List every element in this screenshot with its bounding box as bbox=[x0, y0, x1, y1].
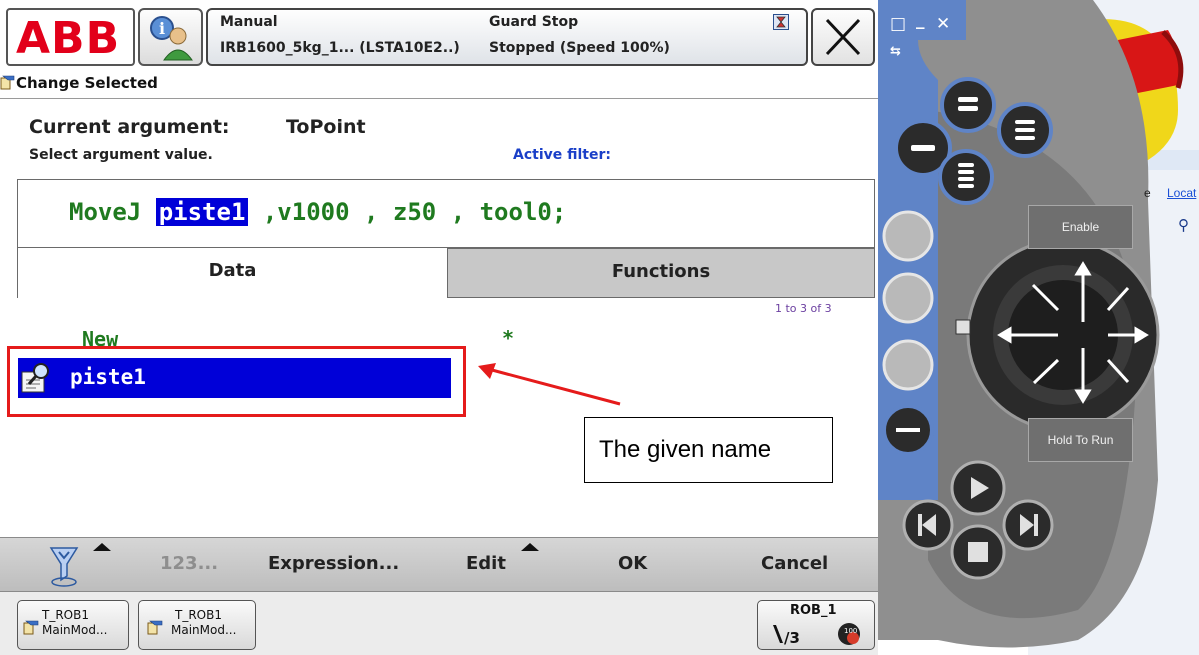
instruction-line: MoveJ piste1 ,v1000 , z50 , tool0; bbox=[69, 198, 566, 226]
task-2-module: MainMod... bbox=[171, 623, 237, 637]
annotation-callout: The given name bbox=[584, 417, 833, 483]
annotation-arrow-icon bbox=[478, 363, 621, 406]
close-icon bbox=[825, 18, 861, 56]
speed-indicator-icon: 100 bbox=[838, 623, 860, 645]
step-forward-button[interactable] bbox=[1004, 501, 1052, 549]
run-status: Stopped (Speed 100%) bbox=[489, 40, 670, 56]
task-1-module: MainMod... bbox=[42, 623, 108, 637]
numeric-button[interactable]: 123... bbox=[160, 553, 218, 574]
user-info-icon: i bbox=[150, 16, 193, 61]
cancel-button[interactable]: Cancel bbox=[761, 553, 828, 574]
instruction-command: MoveJ bbox=[69, 198, 142, 226]
virtual-flexpendant: □ _ ✕ ⇆ e Locat ⚲ Enable Hold To Run bbox=[878, 0, 1199, 655]
background-link[interactable]: Locat bbox=[1167, 186, 1196, 200]
instruction-arguments[interactable]: ,v1000 , z50 , tool0; bbox=[263, 198, 566, 226]
flexpendant-screen: ABB i Manual IRB1600_5kg_1... (LSTA10E2.… bbox=[0, 0, 878, 655]
filter-button[interactable] bbox=[40, 542, 120, 588]
svg-text:i: i bbox=[159, 19, 165, 38]
search-icon[interactable]: ⚲ bbox=[1178, 216, 1189, 234]
select-argument-hint: Select argument value. bbox=[29, 147, 213, 163]
robot-system-name: IRB1600_5kg_1... (LSTA10E2..) bbox=[220, 40, 460, 56]
window-close-icon[interactable]: ✕ bbox=[936, 14, 950, 34]
abb-logo: ABB bbox=[16, 13, 121, 64]
svg-text:100: 100 bbox=[844, 627, 857, 635]
top-bar: ABB i Manual IRB1600_5kg_1... (LSTA10E2.… bbox=[0, 0, 878, 98]
quickset-button[interactable]: ROB_1 /3 100 bbox=[757, 600, 875, 650]
guard-status: Guard Stop bbox=[489, 14, 579, 30]
status-panel[interactable]: Manual IRB1600_5kg_1... (LSTA10E2..) Gua… bbox=[206, 8, 808, 66]
stop-button[interactable] bbox=[952, 526, 1004, 578]
step-backward-button[interactable] bbox=[904, 501, 952, 549]
caret-up-icon bbox=[93, 543, 111, 551]
annotation-text: The given name bbox=[599, 436, 772, 463]
tab-data[interactable]: Data bbox=[17, 248, 447, 298]
edit-button[interactable]: Edit bbox=[466, 553, 506, 574]
programmable-key-3[interactable] bbox=[886, 343, 930, 387]
filter-icon bbox=[49, 547, 79, 587]
speed-icon bbox=[773, 14, 789, 30]
program-editor-icon bbox=[0, 75, 15, 90]
window-title: Change Selected bbox=[16, 74, 158, 92]
programmable-key-2[interactable] bbox=[886, 276, 930, 320]
program-editor-icon bbox=[23, 620, 39, 635]
task-1-name: T_ROB1 bbox=[42, 608, 89, 622]
background-text: e bbox=[1144, 186, 1151, 200]
event-log-button[interactable]: i bbox=[138, 8, 203, 66]
list-item-new-value: * bbox=[502, 326, 515, 350]
command-bar: 123... Expression... Edit OK Cancel bbox=[0, 537, 878, 592]
window-minimize-icon[interactable]: _ bbox=[916, 10, 925, 30]
task-button-2[interactable]: T_ROB1 MainMod... bbox=[138, 600, 256, 650]
svg-text:/3: /3 bbox=[784, 629, 800, 647]
mechanical-unit-label: ROB_1 bbox=[790, 603, 837, 618]
joystick[interactable] bbox=[968, 240, 1158, 430]
ok-button[interactable]: OK bbox=[618, 553, 647, 574]
close-button[interactable] bbox=[811, 8, 875, 66]
highlight-box bbox=[7, 346, 466, 417]
window-swap-icon[interactable]: ⇆ bbox=[890, 44, 901, 59]
instruction-panel: MoveJ piste1 ,v1000 , z50 , tool0; bbox=[17, 179, 875, 248]
program-editor-icon bbox=[147, 620, 163, 635]
current-argument-label: Current argument: bbox=[29, 116, 230, 138]
run-button[interactable] bbox=[952, 462, 1004, 514]
selected-argument[interactable]: piste1 bbox=[155, 198, 249, 226]
programmable-key-1[interactable] bbox=[886, 214, 930, 258]
jog-unit-icon: /3 bbox=[773, 625, 800, 647]
list-range: 1 to 3 of 3 bbox=[775, 302, 832, 315]
current-argument-value: ToPoint bbox=[286, 116, 366, 138]
caret-up-icon bbox=[521, 543, 539, 551]
divider bbox=[0, 98, 878, 99]
window-restore-icon[interactable]: □ bbox=[890, 14, 906, 34]
operating-mode: Manual bbox=[220, 14, 278, 30]
active-filter-link[interactable]: Active filter: bbox=[513, 147, 611, 163]
tab-functions[interactable]: Functions bbox=[447, 248, 875, 298]
task-button-1[interactable]: T_ROB1 MainMod... bbox=[17, 600, 129, 650]
abb-menu-button[interactable]: ABB bbox=[6, 8, 135, 66]
expression-button[interactable]: Expression... bbox=[268, 553, 399, 574]
task-2-name: T_ROB1 bbox=[175, 608, 222, 622]
taskbar: T_ROB1 MainMod... T_ROB1 MainMod... ROB_… bbox=[0, 592, 878, 655]
